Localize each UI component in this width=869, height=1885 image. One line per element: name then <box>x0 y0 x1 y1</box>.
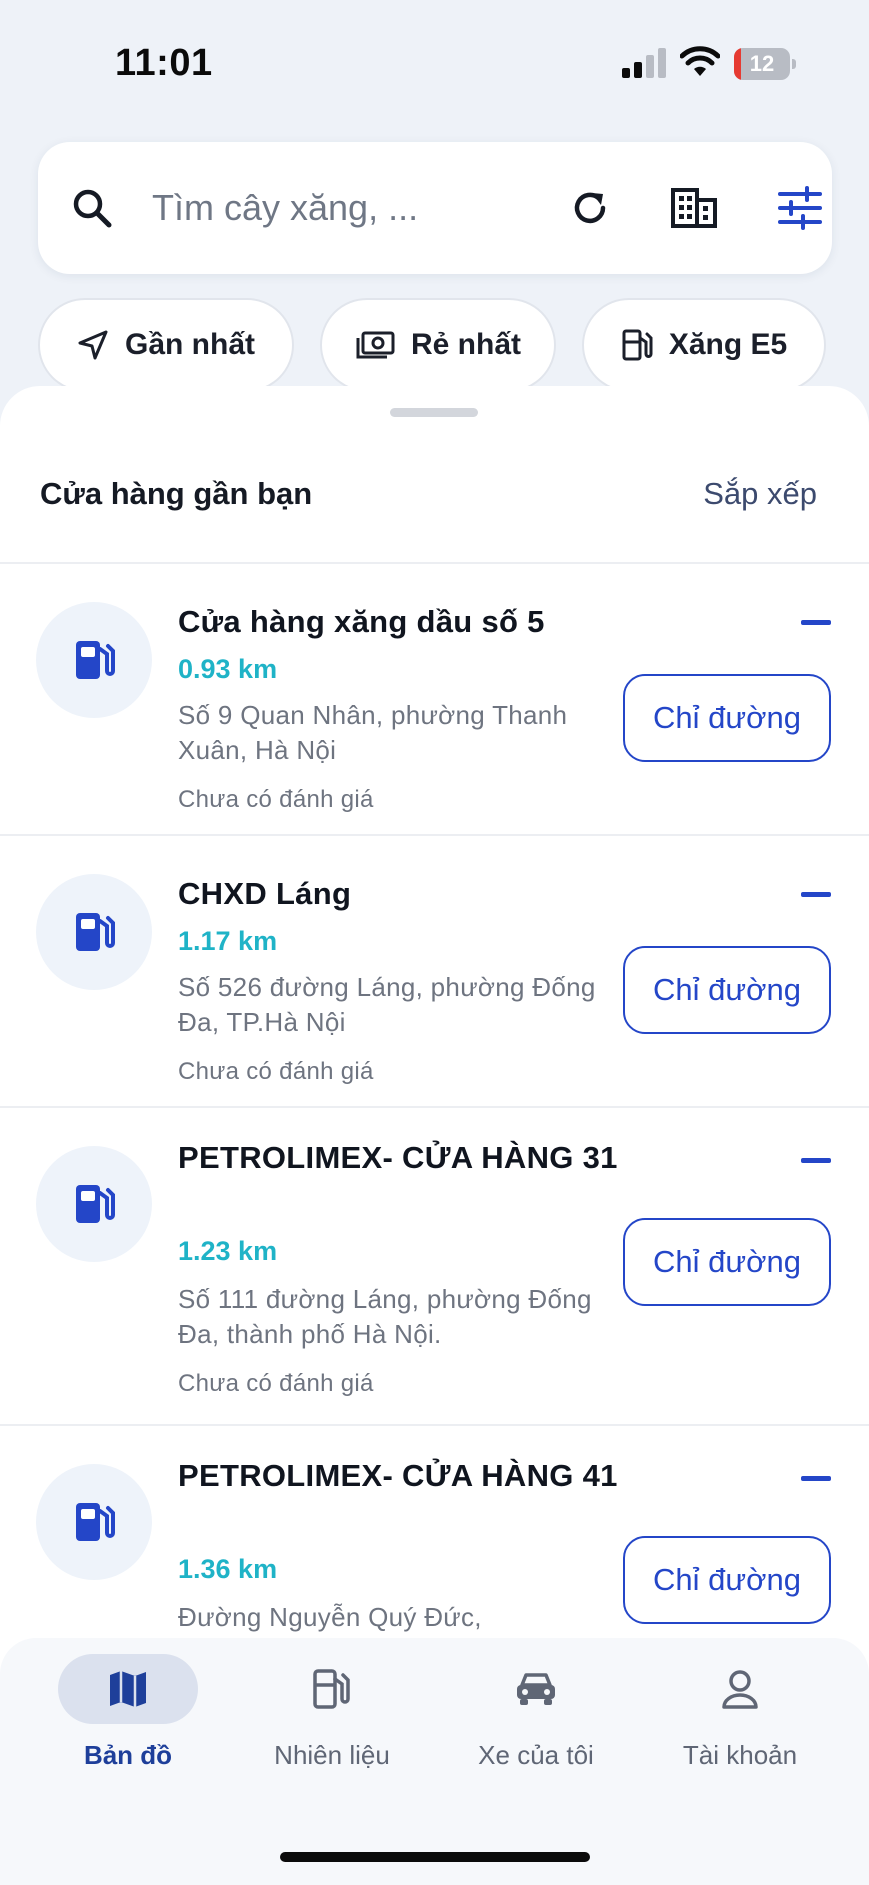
station-address: Số 111 đường Láng, phường Đống Đa, thành… <box>178 1284 592 1349</box>
fuel-pump-icon <box>313 1669 350 1709</box>
station-distance: 1.23 km <box>178 1236 278 1266</box>
search-bar <box>38 142 832 274</box>
chip-label: Xăng E5 <box>668 328 788 361</box>
status-time: 11:01 <box>115 42 213 84</box>
refresh-button[interactable] <box>558 176 622 240</box>
chip-fuel-e5[interactable]: Xăng E5 <box>582 298 826 392</box>
status-bar: 11:01 12 <box>0 0 869 120</box>
station-address: Đường Nguyễn Quý Đức, <box>178 1602 482 1632</box>
cash-icon <box>356 331 395 359</box>
station-avatar <box>36 602 152 718</box>
station-item[interactable]: Cửa hàng xăng dầu số 5 0.93 km Số 9 Quan… <box>0 564 869 836</box>
search-input[interactable] <box>152 178 492 238</box>
sheet-title: Cửa hàng gần bạn <box>40 476 313 511</box>
collapse-icon[interactable] <box>801 620 831 625</box>
sort-button[interactable]: Sắp xếp <box>703 476 817 512</box>
nav-label: Bản đồ <box>83 1740 173 1770</box>
station-rating: Chưa có đánh giá <box>178 1370 374 1397</box>
station-name: CHXD Láng <box>178 876 352 911</box>
nav-label: Xe của tôi <box>478 1740 594 1770</box>
nav-my-car[interactable]: Xe của tôi <box>436 1654 636 1804</box>
nav-label: Tài khoản <box>682 1740 798 1770</box>
station-address: Số 526 đường Láng, phường Đống Đa, TP.Hà… <box>178 972 596 1037</box>
station-distance: 1.36 km <box>178 1554 278 1584</box>
building-icon <box>671 188 717 228</box>
station-avatar <box>36 874 152 990</box>
collapse-icon[interactable] <box>801 1476 831 1481</box>
fuel-pump-icon <box>76 1185 115 1223</box>
nav-active-indicator <box>58 1654 198 1724</box>
fuel-pump-icon <box>76 913 115 951</box>
fuel-pump-icon <box>76 1503 115 1541</box>
station-name: PETROLIMEX- CỬA HÀNG 41 <box>178 1458 618 1493</box>
nav-label: Nhiên liệu <box>274 1740 390 1770</box>
chip-label: Gần nhất <box>124 328 255 361</box>
navigation-arrow-icon <box>78 330 108 360</box>
cellular-signal-icon <box>622 48 666 78</box>
directions-button[interactable]: Chỉ đường <box>623 674 831 762</box>
directions-button[interactable]: Chỉ đường <box>623 946 831 1034</box>
station-item[interactable]: PETROLIMEX- CỬA HÀNG 31 1.23 km Số 111 đ… <box>0 1108 869 1426</box>
sliders-icon <box>778 186 822 230</box>
building-view-button[interactable] <box>662 176 726 240</box>
map-icon <box>110 1671 146 1707</box>
nav-fuel[interactable]: Nhiên liệu <box>232 1654 432 1804</box>
directions-button[interactable]: Chỉ đường <box>623 1218 831 1306</box>
battery-level: 12 <box>749 51 775 76</box>
station-name: Cửa hàng xăng dầu số 5 <box>178 604 545 639</box>
station-distance: 0.93 km <box>178 654 278 684</box>
station-avatar <box>36 1464 152 1580</box>
station-name: PETROLIMEX- CỬA HÀNG 31 <box>178 1140 618 1175</box>
chip-cheapest[interactable]: Rẻ nhất <box>320 298 556 392</box>
sheet-drag-handle[interactable] <box>390 408 478 417</box>
bottom-navigation: Bản đồ Nhiên liệu Xe của tôi Tài khoản <box>0 1638 869 1885</box>
filter-button[interactable] <box>768 176 832 240</box>
station-rating: Chưa có đánh giá <box>178 786 374 813</box>
station-address: Số 9 Quan Nhân, phường Thanh Xuân, Hà Nộ… <box>178 700 568 765</box>
station-list: Cửa hàng xăng dầu số 5 0.93 km Số 9 Quan… <box>0 564 869 1686</box>
nav-map[interactable]: Bản đồ <box>28 1654 228 1804</box>
refresh-icon <box>574 192 606 224</box>
home-indicator[interactable] <box>280 1852 590 1862</box>
collapse-icon[interactable] <box>801 892 831 897</box>
chip-nearest[interactable]: Gần nhất <box>38 298 294 392</box>
wifi-icon <box>680 46 720 76</box>
battery-indicator: 12 <box>734 48 796 80</box>
chip-label: Rẻ nhất <box>410 328 521 361</box>
station-distance: 1.17 km <box>178 926 278 956</box>
nav-account[interactable]: Tài khoản <box>640 1654 840 1804</box>
fuel-pump-icon <box>76 641 115 679</box>
fuel-pump-icon <box>622 329 653 361</box>
search-icon <box>73 189 112 228</box>
user-icon <box>722 1670 758 1709</box>
station-avatar <box>36 1146 152 1262</box>
car-icon <box>517 1673 555 1705</box>
station-item[interactable]: CHXD Láng 1.17 km Số 526 đường Láng, phư… <box>0 836 869 1108</box>
collapse-icon[interactable] <box>801 1158 831 1163</box>
directions-button[interactable]: Chỉ đường <box>623 1536 831 1624</box>
station-rating: Chưa có đánh giá <box>178 1058 374 1085</box>
